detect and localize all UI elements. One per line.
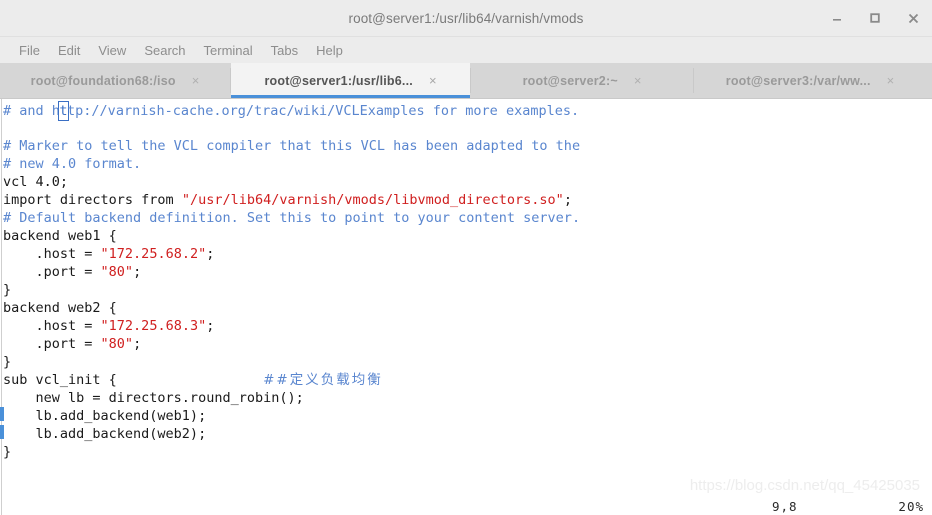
code-line: } xyxy=(3,281,932,299)
code-segment: backend web2 { xyxy=(3,300,117,316)
tab-bar-filler xyxy=(926,63,932,98)
window-controls xyxy=(828,0,922,36)
code-segment: .port = xyxy=(3,264,101,280)
code-segment: lb.add_backend(web2); xyxy=(3,426,207,442)
code-line: # Default backend definition. Set this t… xyxy=(3,209,932,227)
code-segment: "80" xyxy=(100,336,134,352)
code-segment: "80" xyxy=(100,264,134,280)
tab-2[interactable]: root@server1:/usr/lib6... × xyxy=(231,63,470,98)
code-segment: ; xyxy=(133,264,142,280)
code-segment: "172.25.68.2" xyxy=(100,246,207,262)
tab-label: root@server1:/usr/lib6... xyxy=(264,73,413,88)
code-line: import directors from "/usr/lib64/varnis… xyxy=(3,191,932,209)
tab-4[interactable]: root@server3:/var/ww... × xyxy=(694,63,926,98)
code-line: # Marker to tell the VCL compiler that t… xyxy=(3,137,932,155)
code-segment: vcl 4.0; xyxy=(3,174,69,190)
maximize-icon[interactable] xyxy=(866,9,884,27)
code-segment: new lb = directors.round_robin(); xyxy=(3,390,304,406)
code-segment: # and h xyxy=(3,103,60,119)
code-segment: ##定义负载均衡 xyxy=(263,372,383,388)
terminal-window: root@server1:/usr/lib64/varnish/vmods Fi… xyxy=(0,0,932,515)
title-bar: root@server1:/usr/lib64/varnish/vmods xyxy=(0,0,932,37)
code-segment: tp://varnish-cache.org/trac/wiki/VCLExam… xyxy=(67,103,580,119)
code-segment: .port = xyxy=(3,336,101,352)
code-segment: } xyxy=(3,282,12,298)
code-line: .host = "172.25.68.2"; xyxy=(3,245,932,263)
code-line: backend web1 { xyxy=(3,227,932,245)
code-segment: ; xyxy=(206,318,215,334)
menu-item-search[interactable]: Search xyxy=(135,43,194,58)
code-line: vcl 4.0; xyxy=(3,173,932,191)
code-segment: .host = xyxy=(3,246,101,262)
menu-item-help[interactable]: Help xyxy=(307,43,352,58)
code-segment: ; xyxy=(563,192,572,208)
menu-item-file[interactable]: File xyxy=(10,43,49,58)
tab-label: root@server2:~ xyxy=(522,73,618,88)
menu-item-edit[interactable]: Edit xyxy=(49,43,89,58)
code-line: new lb = directors.round_robin(); xyxy=(3,389,932,407)
code-line: } xyxy=(3,443,932,461)
menu-item-view[interactable]: View xyxy=(89,43,135,58)
cursor-position: 9,8 xyxy=(772,499,798,514)
tab-bar: root@foundation68:/iso × root@server1:/usr… xyxy=(0,63,932,99)
window-title: root@server1:/usr/lib64/varnish/vmods xyxy=(348,10,584,26)
code-segment: import directors from xyxy=(3,192,182,208)
code-segment: lb.add_backend(web1); xyxy=(3,408,207,424)
code-line: .host = "172.25.68.3"; xyxy=(3,317,932,335)
code-segment: # Marker to tell the VCL compiler that t… xyxy=(3,138,581,154)
code-segment: } xyxy=(3,354,12,370)
menu-bar: File Edit View Search Terminal Tabs Help xyxy=(0,37,932,63)
code-segment: ; xyxy=(206,246,215,262)
code-segment: sub vcl_init { xyxy=(3,372,117,388)
menu-item-terminal[interactable]: Terminal xyxy=(195,43,262,58)
code-line: lb.add_backend(web1); xyxy=(3,407,932,425)
tab-close-icon[interactable]: × xyxy=(887,74,895,87)
tab-close-icon[interactable]: × xyxy=(634,74,642,87)
code-line: .port = "80"; xyxy=(3,263,932,281)
code-line: } xyxy=(3,353,932,371)
tab-label: root@foundation68:/iso xyxy=(30,73,176,88)
code-segment: } xyxy=(3,444,12,460)
code-segment: .host = xyxy=(3,318,101,334)
tab-1[interactable]: root@foundation68:/iso × xyxy=(0,63,230,98)
close-icon[interactable] xyxy=(904,9,922,27)
tab-close-icon[interactable]: × xyxy=(429,74,437,87)
minimize-icon[interactable] xyxy=(828,9,846,27)
tab-3[interactable]: root@server2:~ × xyxy=(471,63,693,98)
tab-label: root@server3:/var/ww... xyxy=(725,73,871,88)
code-segment: # Default backend definition. Set this t… xyxy=(3,210,581,226)
editor-text[interactable]: # and http://varnish-cache.org/trac/wiki… xyxy=(3,101,932,461)
editor-status-line: 9,8 20% xyxy=(0,498,932,514)
code-line: .port = "80"; xyxy=(3,335,932,353)
terminal-body[interactable]: # and http://varnish-cache.org/trac/wiki… xyxy=(0,99,932,515)
code-segment: "172.25.68.3" xyxy=(100,318,207,334)
code-segment: # new 4.0 format. xyxy=(3,156,142,172)
menu-item-tabs[interactable]: Tabs xyxy=(262,43,307,58)
code-line: backend web2 { xyxy=(3,299,932,317)
code-line: sub vcl_init { ##定义负载均衡 xyxy=(3,371,932,389)
editor-gutter-line xyxy=(1,99,2,515)
scroll-percent: 20% xyxy=(898,499,924,514)
code-segment: "/usr/lib64/varnish/vmods/libvmod_direct… xyxy=(181,192,564,208)
tab-close-icon[interactable]: × xyxy=(192,74,200,87)
code-segment: backend web1 { xyxy=(3,228,117,244)
watermark: https://blog.csdn.net/qq_45425035 xyxy=(689,477,920,494)
code-line: # new 4.0 format. xyxy=(3,155,932,173)
code-line: lb.add_backend(web2); xyxy=(3,425,932,443)
code-line: # and http://varnish-cache.org/trac/wiki… xyxy=(3,101,932,121)
code-segment: ; xyxy=(133,336,142,352)
